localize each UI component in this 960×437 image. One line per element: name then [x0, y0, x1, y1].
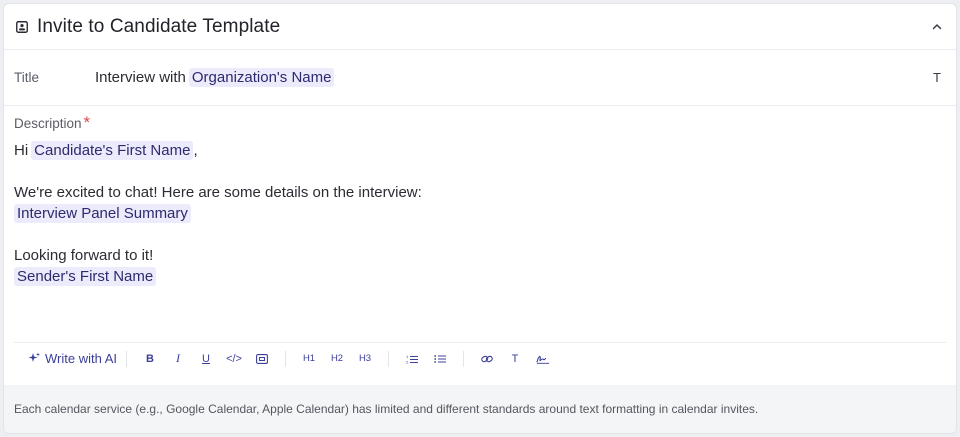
sender-first-name-variable[interactable]: Sender's First Name	[14, 267, 157, 286]
template-header: Invite to Candidate Template	[4, 4, 956, 50]
toolbar-divider	[463, 350, 465, 367]
bullet-list-button[interactable]	[426, 348, 454, 370]
text-format-icon[interactable]: T	[930, 70, 944, 85]
code-button[interactable]: </>	[220, 348, 248, 370]
template-card-icon	[16, 20, 28, 33]
chevron-up-icon[interactable]	[930, 20, 944, 34]
bullet-list-icon	[434, 354, 447, 363]
toolbar-divider	[285, 350, 287, 367]
write-with-ai-label: Write with AI	[45, 351, 118, 366]
description-section: Description * Hi Candidate's First Name, …	[4, 106, 956, 342]
code-block-icon	[256, 353, 268, 364]
greeting-suffix: ,	[193, 142, 198, 159]
description-label-text: Description	[14, 116, 82, 131]
ordered-list-icon: 12	[406, 354, 419, 364]
sparkle-icon	[28, 352, 40, 362]
formatting-note-text: Each calendar service (e.g., Google Cale…	[14, 402, 759, 416]
signature-icon	[536, 355, 550, 364]
interview-panel-summary-variable[interactable]: Interview Panel Summary	[14, 204, 191, 223]
title-text: Interview with	[95, 69, 186, 86]
formatting-toolbar: Write with AI B I U </> H1 H2 H3 12 T	[14, 342, 946, 374]
greeting-text: Hi	[14, 142, 29, 159]
panel-line: Interview Panel Summary	[14, 203, 946, 224]
bold-button[interactable]: B	[136, 348, 164, 370]
formatting-note: Each calendar service (e.g., Google Cale…	[4, 385, 956, 433]
description-label: Description *	[14, 113, 946, 132]
svg-text:2: 2	[406, 359, 409, 364]
write-with-ai-button[interactable]: Write with AI	[28, 351, 117, 366]
code-block-button[interactable]	[248, 348, 276, 370]
template-card: Invite to Candidate Template Title Inter…	[3, 3, 957, 434]
description-editor[interactable]: Hi Candidate's First Name, We're excited …	[14, 140, 946, 342]
heading-2-button[interactable]: H2	[323, 348, 351, 370]
underline-button[interactable]: U	[192, 348, 220, 370]
signature-button[interactable]	[529, 348, 557, 370]
page-title: Invite to Candidate Template	[37, 15, 281, 37]
heading-3-button[interactable]: H3	[351, 348, 379, 370]
title-field-row: Title Interview with Organization's Name…	[4, 50, 956, 106]
heading-1-button[interactable]: H1	[295, 348, 323, 370]
text-style-button[interactable]: T	[501, 348, 529, 370]
intro-line: We're excited to chat! Here are some det…	[14, 184, 422, 201]
ordered-list-button[interactable]: 12	[398, 348, 426, 370]
sender-line: Sender's First Name	[14, 266, 946, 287]
link-button[interactable]	[473, 348, 501, 370]
toolbar-divider	[126, 350, 128, 367]
italic-button[interactable]: I	[164, 348, 192, 370]
link-icon	[481, 355, 493, 362]
closing-line: Looking forward to it!	[14, 247, 154, 264]
title-field[interactable]: Interview with Organization's Name	[95, 68, 335, 87]
svg-text:1: 1	[406, 354, 409, 359]
greeting-line: Hi Candidate's First Name,	[14, 140, 946, 161]
toolbar-divider	[388, 350, 390, 367]
title-label: Title	[14, 70, 40, 85]
required-mark: *	[83, 113, 91, 132]
candidate-first-name-variable[interactable]: Candidate's First Name	[31, 141, 194, 160]
organization-name-variable[interactable]: Organization's Name	[188, 68, 335, 87]
